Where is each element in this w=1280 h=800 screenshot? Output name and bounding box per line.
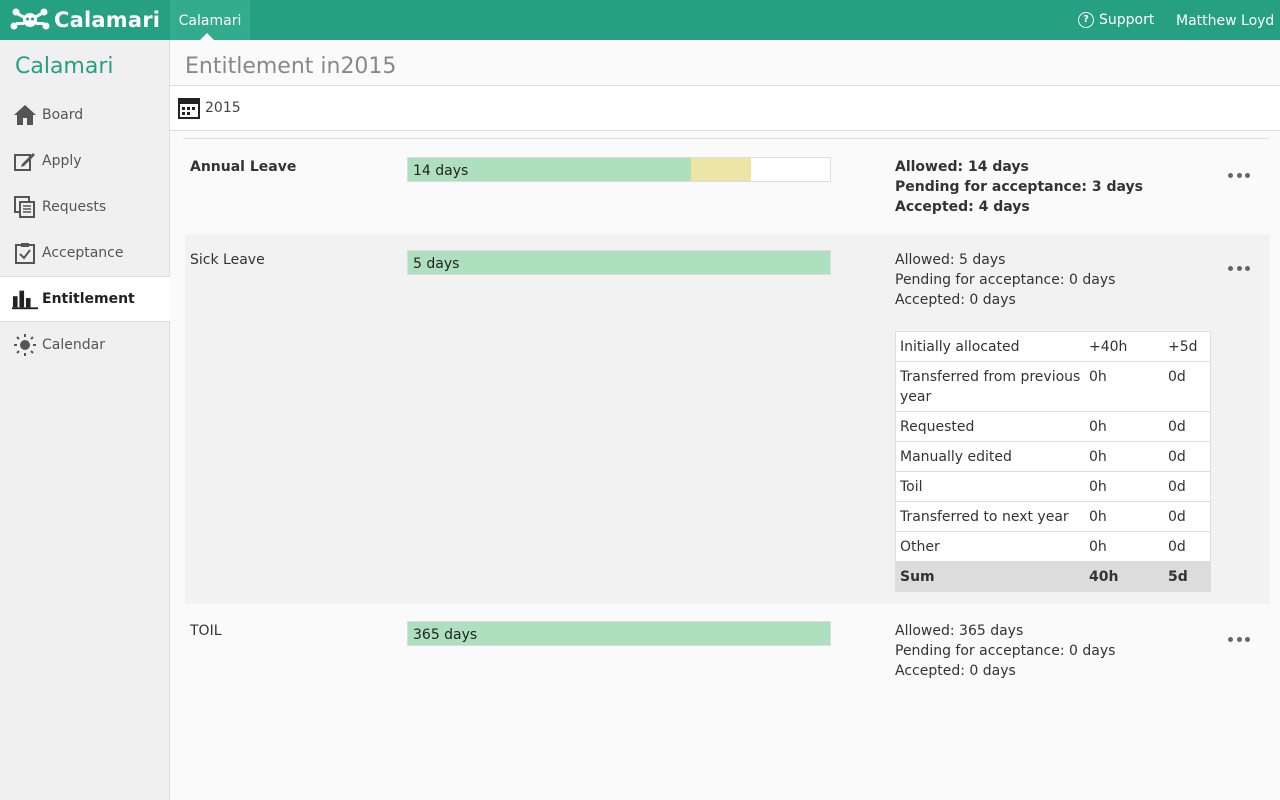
detail-label: Initially allocated <box>895 331 1085 362</box>
accepted-text: Accepted: 0 days <box>895 292 1016 308</box>
pending-text: Pending for acceptance: 0 days <box>895 643 1116 659</box>
detail-hours: 0h <box>1085 471 1164 502</box>
sidebar-nav: Board Apply Requests Acceptance Entitlem… <box>0 92 170 368</box>
sidebar: Calamari Board Apply Requests Acceptance <box>0 40 170 800</box>
sun-icon <box>12 333 38 357</box>
table-row: Manually edited 0h 0d <box>895 441 1211 472</box>
sidebar-item-calendar[interactable]: Calendar <box>0 322 170 368</box>
detail-hours: 40h <box>1085 561 1164 592</box>
entitlement-name: Sick Leave <box>190 252 265 268</box>
progress-label: 5 days <box>413 256 460 272</box>
entitlement-detail-table: Initially allocated +40h +5d Transferred… <box>895 331 1211 592</box>
bar-chart-icon <box>12 287 38 311</box>
table-row: Transferred to next year 0h 0d <box>895 501 1211 532</box>
detail-days: 0d <box>1164 361 1211 412</box>
detail-days: 0d <box>1164 441 1211 472</box>
table-row: Initially allocated +40h +5d <box>895 331 1211 362</box>
allowed-text: Allowed: 365 days <box>895 623 1024 639</box>
entitlement-stats: Allowed: 365 days Pending for acceptance… <box>895 621 1115 681</box>
year-selector-bar: 2015 <box>170 85 1280 131</box>
more-options-icon[interactable] <box>1228 264 1250 272</box>
detail-hours: 0h <box>1085 361 1164 412</box>
detail-hours: 0h <box>1085 531 1164 562</box>
entitlement-name: Annual Leave <box>190 159 297 175</box>
detail-days: 0d <box>1164 501 1211 532</box>
detail-label: Sum <box>895 561 1085 592</box>
accepted-fill <box>408 251 830 274</box>
page-title: Entitlement in2015 <box>185 54 397 79</box>
detail-hours: 0h <box>1085 441 1164 472</box>
support-label: Support <box>1099 12 1155 28</box>
sidebar-item-label: Calendar <box>42 337 105 353</box>
detail-label: Manually edited <box>895 441 1085 472</box>
accepted-text: Accepted: 4 days <box>895 199 1030 215</box>
entitlement-row-sick-leave: Sick Leave 5 days Allowed: 5 days Pendin… <box>185 234 1270 604</box>
sidebar-item-entitlement[interactable]: Entitlement <box>0 276 170 322</box>
edit-icon <box>12 149 38 173</box>
entitlement-row-annual-leave: Annual Leave 14 days Allowed: 14 days Pe… <box>185 140 1270 232</box>
entitlement-row-toil: TOIL 365 days Allowed: 365 days Pending … <box>185 606 1270 696</box>
logo-text: Calamari <box>54 8 161 32</box>
accepted-text: Accepted: 0 days <box>895 663 1016 679</box>
detail-label: Transferred from previous year <box>895 361 1085 412</box>
sidebar-item-requests[interactable]: Requests <box>0 184 170 230</box>
logo[interactable]: Calamari <box>10 5 160 35</box>
progress-label: 14 days <box>413 163 469 179</box>
pending-text: Pending for acceptance: 0 days <box>895 272 1116 288</box>
list-icon <box>12 195 38 219</box>
entitlement-stats: Allowed: 14 days Pending for acceptance:… <box>895 157 1143 217</box>
home-icon <box>12 103 38 127</box>
detail-label: Toil <box>895 471 1085 502</box>
table-row-sum: Sum 40h 5d <box>895 561 1211 592</box>
detail-days: 5d <box>1164 561 1211 592</box>
pending-text: Pending for acceptance: 3 days <box>895 179 1143 195</box>
sidebar-item-acceptance[interactable]: Acceptance <box>0 230 170 276</box>
clipboard-check-icon <box>12 241 38 265</box>
top-bar: Calamari Calamari ? Support Matthew Loyd <box>0 0 1280 40</box>
detail-days: 0d <box>1164 471 1211 502</box>
pending-fill <box>690 158 752 181</box>
entitlement-name: TOIL <box>190 623 222 639</box>
active-caret <box>200 33 214 40</box>
allowed-text: Allowed: 14 days <box>895 159 1029 175</box>
progress-label: 365 days <box>413 627 478 643</box>
detail-label: Requested <box>895 411 1085 442</box>
detail-label: Transferred to next year <box>895 501 1085 532</box>
sidebar-item-board[interactable]: Board <box>0 92 170 138</box>
detail-hours: +40h <box>1085 331 1164 362</box>
entitlement-stats: Allowed: 5 days Pending for acceptance: … <box>895 250 1115 310</box>
detail-hours: 0h <box>1085 411 1164 442</box>
detail-days: 0d <box>1164 531 1211 562</box>
more-options-icon[interactable] <box>1228 635 1250 643</box>
user-menu[interactable]: Matthew Loyd <box>1176 0 1274 40</box>
entitlement-progress-bar: 14 days <box>407 157 831 182</box>
detail-days: +5d <box>1164 331 1211 362</box>
year-label[interactable]: 2015 <box>205 100 241 116</box>
detail-label: Other <box>895 531 1085 562</box>
table-row: Requested 0h 0d <box>895 411 1211 442</box>
sidebar-item-label: Requests <box>42 199 107 215</box>
sidebar-item-label: Apply <box>42 153 82 169</box>
entitlement-progress-bar: 365 days <box>407 621 831 646</box>
detail-hours: 0h <box>1085 501 1164 532</box>
allowed-text: Allowed: 5 days <box>895 252 1006 268</box>
table-row: Toil 0h 0d <box>895 471 1211 502</box>
more-options-icon[interactable] <box>1228 171 1250 179</box>
calamari-logo-icon <box>10 8 50 30</box>
support-link[interactable]: ? Support <box>1078 0 1154 40</box>
table-row: Other 0h 0d <box>895 531 1211 562</box>
sidebar-item-apply[interactable]: Apply <box>0 138 170 184</box>
detail-days: 0d <box>1164 411 1211 442</box>
sidebar-item-label: Entitlement <box>42 291 135 307</box>
divider <box>183 138 1269 139</box>
sidebar-brand: Calamari <box>15 54 114 79</box>
calendar-icon[interactable] <box>178 97 200 119</box>
sidebar-item-label: Board <box>42 107 84 123</box>
sidebar-item-label: Acceptance <box>42 245 124 261</box>
entitlement-progress-bar: 5 days <box>407 250 831 275</box>
table-row: Transferred from previous year 0h 0d <box>895 361 1211 412</box>
help-circle-icon: ? <box>1078 12 1094 28</box>
